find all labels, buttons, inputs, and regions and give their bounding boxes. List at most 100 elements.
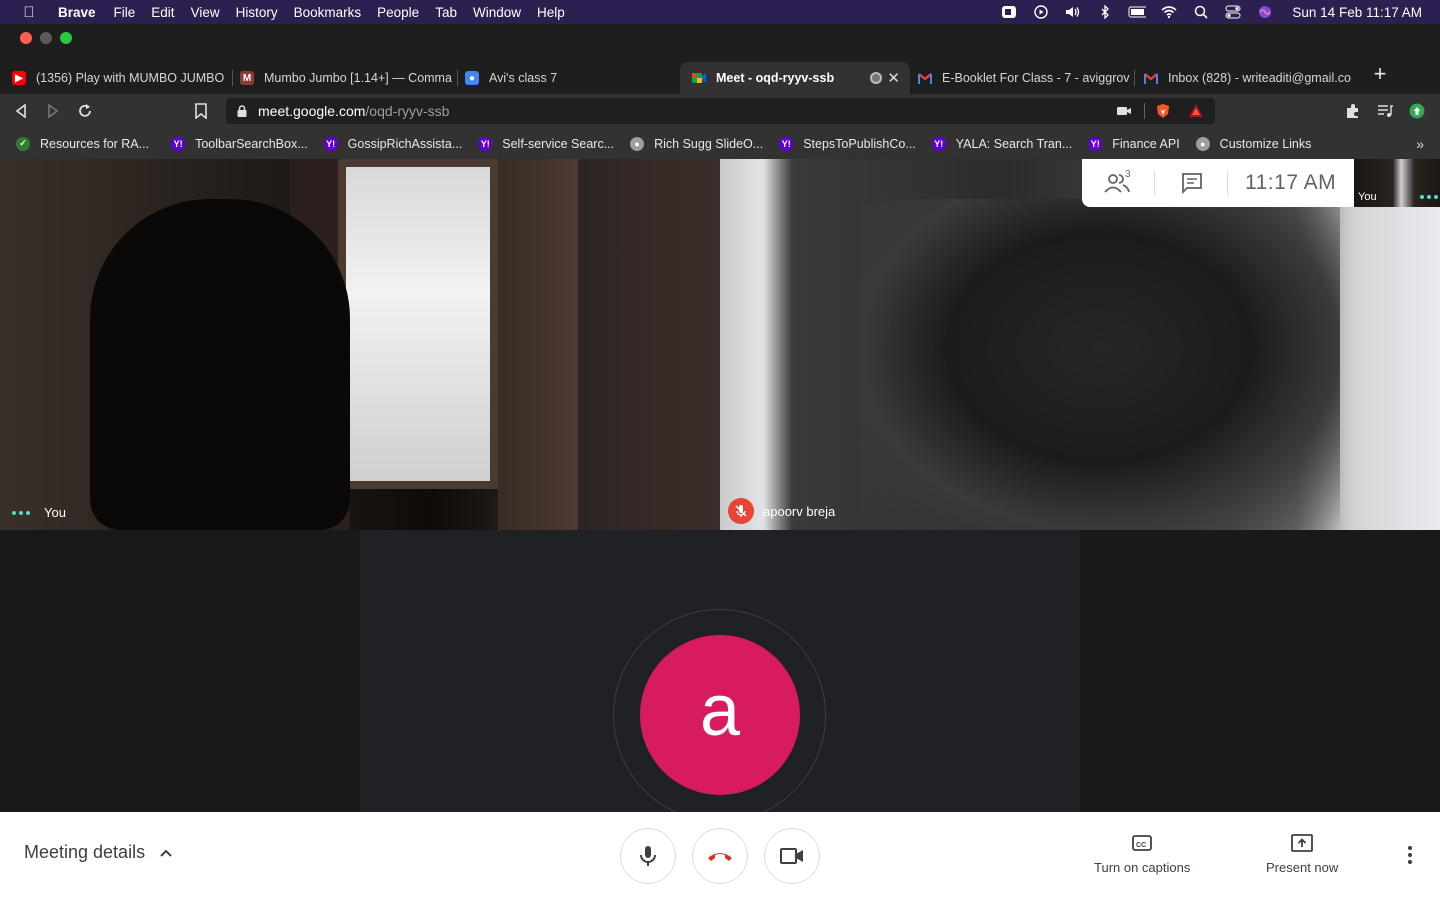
close-tab-icon[interactable]: ✕ bbox=[887, 69, 900, 87]
meeting-details-label: Meeting details bbox=[24, 842, 146, 862]
media-controls-icon[interactable] bbox=[1372, 98, 1398, 124]
video-tile-you[interactable]: You bbox=[0, 159, 720, 530]
youtube-icon: ▶ bbox=[12, 71, 26, 85]
tab-strip: ▶ (1356) Play with MUMBO JUMBO M Mumbo J… bbox=[0, 54, 1440, 94]
meeting-details-button[interactable]: Meeting details bbox=[24, 842, 173, 863]
tab-inbox-gmail[interactable]: Inbox (828) - writeaditi@gmail.co bbox=[1132, 62, 1360, 94]
yahoo-icon: Y! bbox=[171, 136, 186, 151]
video-tile-apoorv[interactable]: apoorv breja bbox=[720, 159, 1440, 530]
background-curtain bbox=[498, 159, 578, 530]
back-button[interactable] bbox=[8, 98, 34, 124]
captions-label: Turn on captions bbox=[1094, 860, 1191, 875]
bookmark-label: Self-service Searc... bbox=[502, 136, 615, 151]
extensions-icon[interactable] bbox=[1340, 98, 1366, 124]
participant-video bbox=[860, 199, 1340, 530]
menu-history[interactable]: History bbox=[228, 5, 286, 20]
participant-name-tag: You bbox=[12, 505, 66, 520]
camera-in-use-icon[interactable] bbox=[1116, 103, 1132, 119]
yahoo-icon: Y! bbox=[931, 136, 946, 151]
globe-icon: ● bbox=[1195, 136, 1210, 151]
bookmark-self-service[interactable]: Y! Self-service Searc... bbox=[478, 136, 615, 151]
reload-button[interactable] bbox=[72, 98, 98, 124]
bookmark-gossip[interactable]: Y! GossipRichAssista... bbox=[323, 136, 462, 151]
menu-view[interactable]: View bbox=[183, 5, 228, 20]
participant-name: You bbox=[44, 505, 66, 520]
gmail-icon bbox=[918, 71, 932, 85]
panel-divider bbox=[1227, 171, 1228, 195]
tab-ebooklet-gmail[interactable]: E-Booklet For Class - 7 - aviggrov bbox=[906, 62, 1134, 94]
more-options-button[interactable] bbox=[1398, 846, 1422, 870]
url-path: /oqd-ryyv-ssb bbox=[365, 103, 450, 119]
participant-count: 3 bbox=[1125, 169, 1131, 180]
camera-button[interactable] bbox=[764, 828, 820, 884]
self-view-thumbnail[interactable]: You bbox=[1354, 159, 1440, 207]
yahoo-icon: Y! bbox=[779, 136, 794, 151]
wifi-icon[interactable] bbox=[1160, 5, 1178, 19]
menu-app-name[interactable]: Brave bbox=[50, 5, 106, 20]
play-circle-icon[interactable] bbox=[1032, 5, 1050, 19]
brave-shields-icon[interactable] bbox=[1155, 103, 1171, 119]
tab-title: Inbox (828) - writeaditi@gmail.co bbox=[1168, 71, 1351, 85]
avatar: a bbox=[640, 635, 800, 795]
hang-up-icon bbox=[708, 853, 732, 861]
profile-update-icon[interactable] bbox=[1404, 98, 1430, 124]
bookmark-yala[interactable]: Y! YALA: Search Tran... bbox=[931, 136, 1072, 151]
menu-help[interactable]: Help bbox=[529, 5, 573, 20]
audio-level-icon bbox=[12, 510, 30, 515]
menu-edit[interactable]: Edit bbox=[143, 5, 182, 20]
tab-youtube[interactable]: ▶ (1356) Play with MUMBO JUMBO bbox=[0, 62, 232, 94]
present-now-button[interactable]: Present now bbox=[1266, 834, 1338, 875]
menu-tab[interactable]: Tab bbox=[427, 5, 465, 20]
brave-rewards-icon[interactable] bbox=[1188, 103, 1204, 119]
tab-meet-active[interactable]: Meet - oqd-ryyv-ssb ✕ bbox=[680, 62, 910, 94]
address-bar[interactable]: meet.google.com/oqd-ryyv-ssb bbox=[226, 98, 1215, 124]
spotlight-search-icon[interactable] bbox=[1192, 5, 1210, 19]
tab-classroom[interactable]: ● Avi's class 7 bbox=[453, 62, 683, 94]
stage-margin-left bbox=[0, 530, 360, 812]
tab-title: Mumbo Jumbo [1.14+] — Comma bbox=[264, 71, 452, 85]
bookmark-resources[interactable]: ✓ Resources for RA... bbox=[16, 136, 149, 151]
classroom-icon: ● bbox=[465, 71, 479, 85]
minimize-window-button[interactable] bbox=[40, 32, 52, 44]
screen-record-icon[interactable] bbox=[1000, 5, 1018, 19]
microphone-button[interactable] bbox=[620, 828, 676, 884]
tab-title: E-Booklet For Class - 7 - aviggrov bbox=[942, 71, 1130, 85]
apple-menu-icon[interactable]:  bbox=[18, 4, 40, 21]
zoom-window-button[interactable] bbox=[60, 32, 72, 44]
meeting-clock: 11:17 AM bbox=[1245, 171, 1337, 194]
tab-title: Avi's class 7 bbox=[489, 71, 558, 85]
volume-icon[interactable] bbox=[1064, 5, 1082, 19]
forward-button[interactable] bbox=[40, 98, 66, 124]
meet-icon bbox=[692, 71, 706, 85]
bluetooth-icon[interactable] bbox=[1096, 5, 1114, 19]
tab-mumbo-jumbo-wiki[interactable]: M Mumbo Jumbo [1.14+] — Comma bbox=[228, 62, 458, 94]
bookmark-page-button[interactable] bbox=[188, 98, 214, 124]
window-titlebar bbox=[0, 24, 1440, 54]
menu-bookmarks[interactable]: Bookmarks bbox=[286, 5, 370, 20]
stage-margin-right bbox=[1080, 530, 1440, 812]
menubar-clock[interactable]: Sun 14 Feb 11:17 AM bbox=[1292, 5, 1422, 20]
menu-window[interactable]: Window bbox=[465, 5, 529, 20]
chat-icon[interactable] bbox=[1180, 171, 1204, 195]
meet-control-bar: Meeting details CC Turn on captions Pres… bbox=[0, 812, 1440, 900]
captions-button[interactable]: CC Turn on captions bbox=[1094, 834, 1190, 875]
new-tab-button[interactable]: + bbox=[1368, 62, 1392, 86]
bookmark-steps[interactable]: Y! StepsToPublishCo... bbox=[779, 136, 916, 151]
close-window-button[interactable] bbox=[20, 32, 32, 44]
leave-call-button[interactable] bbox=[692, 828, 748, 884]
globe-green-icon: ✓ bbox=[16, 136, 30, 151]
yahoo-icon: Y! bbox=[478, 136, 493, 151]
control-center-icon[interactable] bbox=[1224, 5, 1242, 19]
bookmark-finance-api[interactable]: Y! Finance API bbox=[1088, 136, 1180, 151]
bookmark-rich-sugg[interactable]: ● Rich Sugg SlideO... bbox=[630, 136, 763, 151]
chevron-up-icon bbox=[160, 849, 172, 857]
bookmarks-overflow-icon[interactable]: » bbox=[1416, 136, 1424, 152]
bookmark-customize-links[interactable]: ● Customize Links bbox=[1195, 136, 1311, 151]
background-window bbox=[338, 159, 498, 489]
bookmark-toolbar-search[interactable]: Y! ToolbarSearchBox... bbox=[171, 136, 308, 151]
menu-people[interactable]: People bbox=[369, 5, 427, 20]
siri-icon[interactable] bbox=[1256, 5, 1274, 19]
battery-icon[interactable] bbox=[1128, 5, 1147, 19]
menu-file[interactable]: File bbox=[106, 5, 144, 20]
globe-icon: ● bbox=[630, 136, 645, 151]
